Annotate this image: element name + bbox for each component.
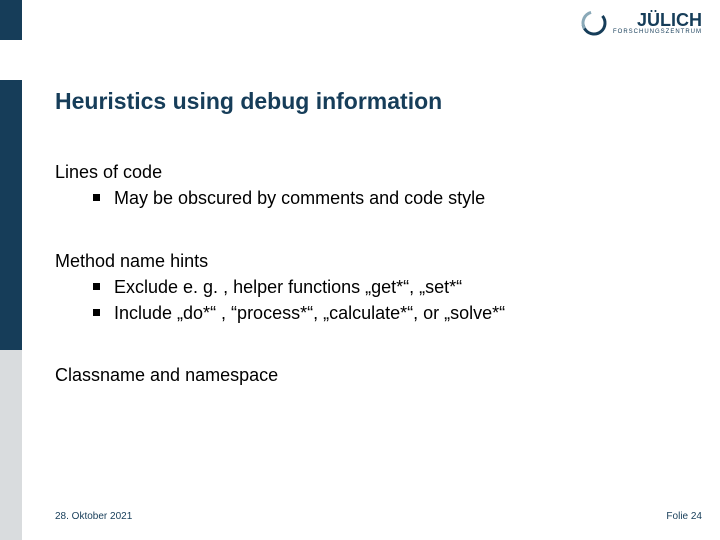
list-item: Exclude e. g. , helper functions „get*“,…: [93, 275, 680, 299]
logo-subtitle: FORSCHUNGSZENTRUM: [613, 29, 702, 35]
section-heading: Lines of code: [55, 160, 680, 184]
list-item: Include „do*“ , “process*“, „calculate*“…: [93, 301, 680, 325]
sidebar-accent-light: [0, 350, 22, 540]
bullet-icon: [93, 194, 100, 201]
footer-date: 28. Oktober 2021: [55, 511, 132, 522]
content: Lines of code May be obscured by comment…: [55, 160, 680, 426]
footer-page: Folie 24: [666, 511, 702, 522]
section-classname-namespace: Classname and namespace: [55, 363, 680, 387]
page-title: Heuristics using debug information: [55, 88, 442, 115]
section-lines-of-code: Lines of code May be obscured by comment…: [55, 160, 680, 211]
slide: JÜLICH FORSCHUNGSZENTRUM Heuristics usin…: [0, 0, 720, 540]
bullet-text: Include „do*“ , “process*“, „calculate*“…: [114, 301, 680, 325]
list-item: May be obscured by comments and code sty…: [93, 186, 680, 210]
bullet-text: May be obscured by comments and code sty…: [114, 186, 680, 210]
bullet-icon: [93, 283, 100, 290]
section-heading: Classname and namespace: [55, 363, 680, 387]
logo-mark-icon: [581, 10, 607, 36]
bullet-text: Exclude e. g. , helper functions „get*“,…: [114, 275, 680, 299]
logo: JÜLICH FORSCHUNGSZENTRUM: [581, 10, 702, 36]
sidebar-gap: [0, 40, 22, 80]
bullet-icon: [93, 309, 100, 316]
logo-name: JÜLICH: [637, 11, 702, 29]
section-heading: Method name hints: [55, 249, 680, 273]
section-method-name-hints: Method name hints Exclude e. g. , helper…: [55, 249, 680, 326]
